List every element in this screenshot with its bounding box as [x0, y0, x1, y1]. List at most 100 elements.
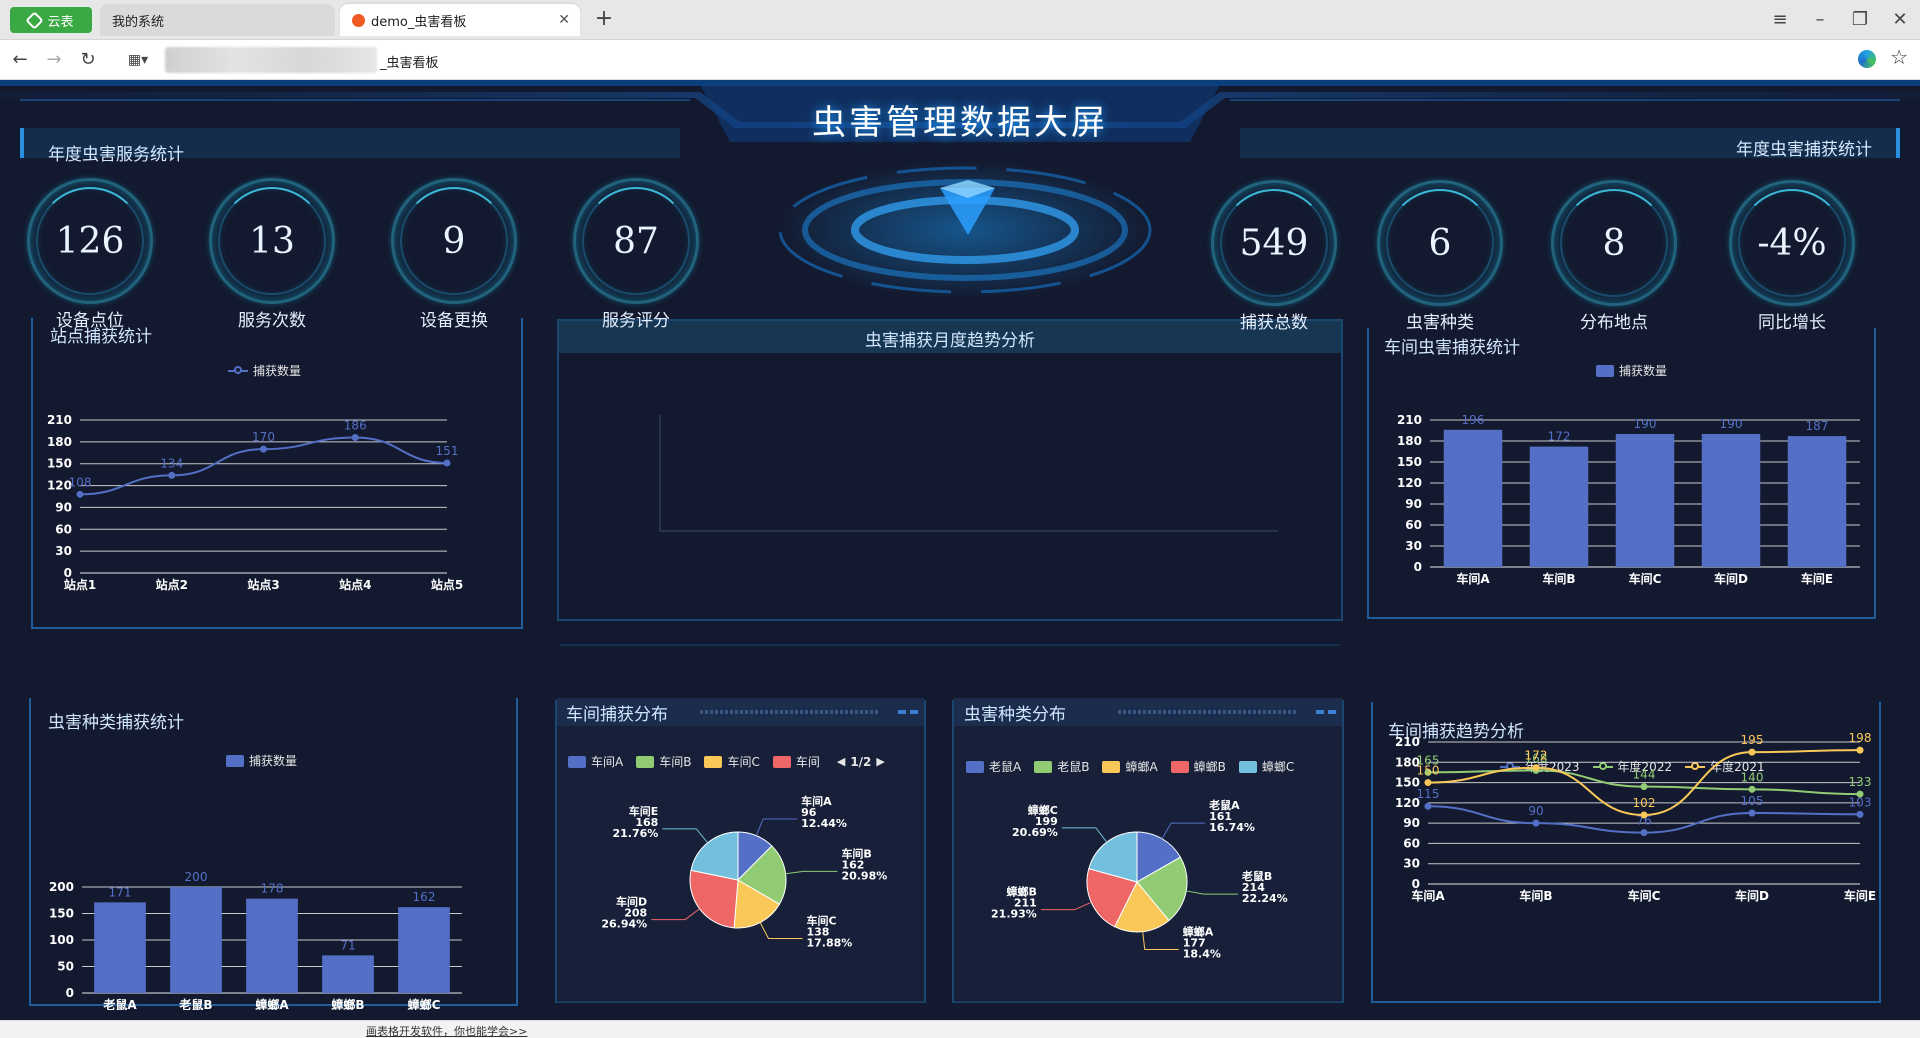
- new-tab-icon[interactable]: +: [592, 6, 616, 34]
- bar: [1615, 434, 1675, 567]
- data-label: 105: [1741, 794, 1764, 808]
- data-point: [1856, 810, 1864, 818]
- y-tick-label: 90: [55, 500, 72, 514]
- pie-label-percent: 22.24%: [1242, 892, 1288, 905]
- data-label: 140: [1741, 770, 1764, 784]
- bar: [246, 898, 298, 993]
- data-point: [1748, 785, 1756, 793]
- url-field[interactable]: [165, 47, 377, 73]
- pest-dashboard: 虫害管理数据大屏 年度虫害服务统计 年度虫害捕获统计 126 设备点位 13 服…: [0, 80, 1920, 1020]
- x-tick-label: 车间C: [1628, 888, 1661, 903]
- bar: [1443, 429, 1503, 567]
- bar: [94, 902, 146, 993]
- tab-close-icon[interactable]: ✕: [558, 12, 570, 28]
- favorite-star-icon[interactable]: ☆: [1890, 45, 1908, 69]
- data-point: [1856, 790, 1864, 798]
- chart-title-species-pie: 虫害种类分布: [964, 705, 1066, 725]
- y-tick-label: 150: [1397, 455, 1422, 469]
- data-point: [1640, 811, 1648, 819]
- data-label: 190: [1720, 417, 1743, 431]
- x-tick-label: 老鼠A: [103, 997, 137, 1010]
- tab-my-system[interactable]: 我的系统: [100, 4, 335, 36]
- data-point: [351, 433, 359, 441]
- legend-prev-icon[interactable]: ◀: [837, 755, 845, 768]
- section-title-service: 年度虫害服务统计: [48, 145, 184, 165]
- data-point: [1532, 764, 1540, 772]
- window-close-icon[interactable]: ✕: [1886, 6, 1914, 34]
- chart-workshop-pie: 车间A9612.44%车间B16220.98%车间C13817.88%车间D20…: [601, 794, 887, 950]
- kpi-ring: 87: [573, 178, 699, 304]
- kpi-value: 13: [249, 220, 295, 262]
- x-tick-label: 老鼠B: [179, 997, 212, 1010]
- kpi-ring: 126: [27, 178, 153, 304]
- forward-icon[interactable]: →: [40, 46, 68, 74]
- y-tick-label: 0: [66, 986, 74, 1000]
- app-launcher-button[interactable]: 云表: [10, 7, 92, 33]
- data-point: [1748, 809, 1756, 817]
- data-label: 198: [1849, 731, 1872, 745]
- legend-item[interactable]: 车间C: [727, 753, 759, 770]
- y-tick-label: 210: [1397, 413, 1422, 427]
- reload-icon[interactable]: ↻: [74, 46, 102, 74]
- promo-link[interactable]: 画表格开发软件，你也能学会>>: [366, 1023, 527, 1038]
- kpi-value: -4%: [1757, 222, 1827, 264]
- kpi-device-points: 126 设备点位: [20, 178, 160, 331]
- restore-icon[interactable]: ❐: [1846, 6, 1874, 34]
- pie-leader-line: [1061, 827, 1108, 843]
- edge-icon[interactable]: [1858, 50, 1876, 68]
- tab-pest-dashboard[interactable]: demo_虫害看板 ✕: [340, 4, 580, 36]
- data-label: 102: [1633, 796, 1656, 810]
- data-label: 178: [261, 882, 284, 896]
- legend-item[interactable]: 车间B: [659, 753, 691, 770]
- x-tick-label: 站点5: [431, 577, 463, 592]
- y-tick-label: 60: [1405, 518, 1422, 532]
- kpi-value: 8: [1602, 222, 1626, 264]
- kpi-ring: 13: [209, 178, 335, 304]
- x-tick-label: 蟑螂B: [331, 997, 364, 1010]
- browser-tab-bar: 云表 我的系统 demo_虫害看板 ✕ + ≡ – ❐ ✕: [0, 0, 1920, 40]
- data-point: [1424, 802, 1432, 810]
- legend-item[interactable]: 车间A: [591, 753, 623, 770]
- data-label: 134: [160, 456, 183, 470]
- bar: [170, 887, 222, 993]
- data-point: [443, 459, 451, 467]
- y-tick-label: 150: [49, 907, 74, 921]
- minimize-icon[interactable]: –: [1806, 6, 1834, 34]
- x-tick-label: 车间D: [1714, 571, 1748, 586]
- bar: [1529, 446, 1589, 567]
- pie-label-percent: 21.93%: [991, 908, 1037, 921]
- pie-leader-line: [1040, 901, 1092, 911]
- chart-site: 0306090120150180210站点1 站点2 站点3 站点4 站点5108134…: [47, 413, 463, 592]
- pie-leader-line: [1186, 890, 1238, 895]
- chart-workshop-bar: 0 30 60 90 120 150 180 210 196 车间A 172 车间B 190 车间C 190…: [1397, 413, 1860, 586]
- menu-icon[interactable]: ≡: [1766, 6, 1794, 34]
- data-label: 172: [1548, 430, 1571, 444]
- x-tick-label: 车间B: [1542, 571, 1575, 586]
- bar: [322, 955, 374, 993]
- data-label: 151: [436, 444, 459, 458]
- data-point: [1640, 783, 1648, 791]
- legend-item[interactable]: 车间: [796, 753, 820, 770]
- y-tick-label: 180: [47, 435, 72, 449]
- data-label: 172: [1525, 749, 1548, 763]
- back-icon[interactable]: ←: [6, 46, 34, 74]
- x-tick-label: 站点2: [156, 577, 188, 592]
- apps-grid-icon[interactable]: ▦▾: [118, 46, 158, 74]
- x-tick-label: 车间B: [1519, 888, 1552, 903]
- data-point: [1748, 748, 1756, 756]
- data-point: [1856, 746, 1864, 754]
- y-tick-label: 150: [47, 457, 72, 471]
- y-tick-label: 100: [49, 933, 74, 947]
- data-point: [1532, 819, 1540, 827]
- data-label: 144: [1633, 768, 1656, 782]
- pie-leader-line: [662, 828, 709, 844]
- y-tick-label: 30: [55, 544, 72, 558]
- y-tick-label: 200: [49, 880, 74, 894]
- app-label: 云表: [47, 14, 74, 30]
- data-label: 71: [340, 938, 355, 952]
- chart-title-monthly: 虫害捕获月度趋势分析: [865, 331, 1035, 351]
- y-tick-label: 210: [1395, 735, 1420, 749]
- data-label: 150: [1417, 764, 1440, 778]
- legend-next-icon[interactable]: ▶: [876, 755, 884, 768]
- y-tick-label: 30: [1403, 857, 1420, 871]
